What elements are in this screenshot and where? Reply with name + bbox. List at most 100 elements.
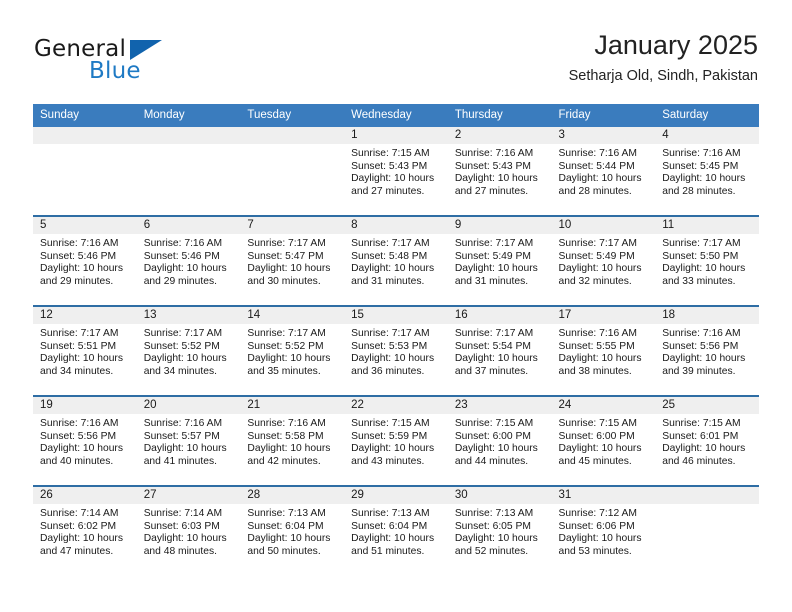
day-number: 16 xyxy=(447,307,552,324)
calendar-day-cell[interactable]: 21 Sunrise: 7:16 AM Sunset: 5:58 PM Dayligh… xyxy=(240,395,345,486)
sunset-text: Sunset: 5:47 PM xyxy=(247,250,324,262)
day-details: Sunrise: 7:16 AM Sunset: 5:58 PM Daylight:… xyxy=(240,414,344,468)
day-cell-inner: 15 Sunrise: 7:17 AM Sunset: 5:53 PM Dayligh… xyxy=(344,307,448,395)
day-details: Sunrise: 7:17 AM Sunset: 5:54 PM Daylight:… xyxy=(448,324,552,378)
daylight-text-line1: Daylight: 10 hours xyxy=(40,533,123,545)
sunrise-text: Sunrise: 7:17 AM xyxy=(454,328,534,339)
calendar-empty-cell xyxy=(655,485,759,575)
day-details: Sunrise: 7:17 AM Sunset: 5:49 PM Daylight:… xyxy=(448,234,552,288)
day-details: Sunrise: 7:16 AM Sunset: 5:46 PM Daylight:… xyxy=(137,234,241,288)
sunset-text: Sunset: 5:58 PM xyxy=(247,430,324,442)
sunset-text: Sunset: 6:04 PM xyxy=(351,520,428,532)
calendar-day-cell[interactable]: 11 Sunrise: 7:17 AM Sunset: 5:50 PM Dayligh… xyxy=(655,215,759,306)
calendar-empty-cell xyxy=(240,127,345,216)
daylight-text-line1: Daylight: 10 hours xyxy=(143,353,227,365)
sunset-text: Sunset: 6:04 PM xyxy=(247,520,324,532)
weekday-header-monday: Monday xyxy=(136,104,241,127)
daylight-text-line2: and 37 minutes. xyxy=(454,365,529,377)
calendar-day-cell[interactable]: 2 Sunrise: 7:16 AM Sunset: 5:43 PM Daylight… xyxy=(447,127,552,216)
day-details: Sunrise: 7:13 AM Sunset: 6:04 PM Daylight:… xyxy=(344,504,448,558)
calendar-day-cell[interactable]: 12 Sunrise: 7:17 AM Sunset: 5:51 PM Dayligh… xyxy=(33,305,137,396)
calendar-day-cell[interactable]: 16 Sunrise: 7:17 AM Sunset: 5:54 PM Dayligh… xyxy=(447,305,552,396)
day-cell-inner: 23 Sunrise: 7:15 AM Sunset: 6:00 PM Dayligh… xyxy=(447,397,552,485)
daylight-text-line2: and 27 minutes. xyxy=(454,185,529,197)
day-cell-inner: 8 Sunrise: 7:17 AM Sunset: 5:48 PM Daylight… xyxy=(344,217,448,305)
day-cell-inner: 20 Sunrise: 7:16 AM Sunset: 5:57 PM Dayligh… xyxy=(136,397,241,485)
day-cell-inner: 14 Sunrise: 7:17 AM Sunset: 5:52 PM Dayligh… xyxy=(240,307,345,395)
sunset-text: Sunset: 5:56 PM xyxy=(40,430,117,442)
calendar-day-cell[interactable]: 24 Sunrise: 7:15 AM Sunset: 6:00 PM Dayligh… xyxy=(551,395,656,486)
day-number: 21 xyxy=(240,397,345,414)
sunrise-text: Sunrise: 7:17 AM xyxy=(351,328,430,339)
page-subtitle: Setharja Old, Sindh, Pakistan xyxy=(568,68,758,84)
sunset-text: Sunset: 6:02 PM xyxy=(40,520,117,532)
daylight-text-line1: Daylight: 10 hours xyxy=(351,173,435,185)
calendar-day-cell[interactable]: 7 Sunrise: 7:17 AM Sunset: 5:47 PM Daylight… xyxy=(240,215,345,306)
calendar-day-cell[interactable]: 4 Sunrise: 7:16 AM Sunset: 5:45 PM Daylight… xyxy=(655,127,759,216)
calendar-day-cell[interactable]: 9 Sunrise: 7:17 AM Sunset: 5:49 PM Daylight… xyxy=(447,215,552,306)
sunrise-text: Sunrise: 7:16 AM xyxy=(40,238,119,249)
day-details: Sunrise: 7:15 AM Sunset: 6:01 PM Daylight:… xyxy=(655,414,759,468)
sunset-text: Sunset: 5:50 PM xyxy=(662,250,739,262)
calendar-day-cell[interactable]: 28 Sunrise: 7:13 AM Sunset: 6:04 PM Dayligh… xyxy=(240,485,345,575)
sunset-text: Sunset: 5:52 PM xyxy=(247,340,324,352)
sunrise-text: Sunrise: 7:16 AM xyxy=(558,148,637,159)
daylight-text-line2: and 47 minutes. xyxy=(40,545,114,557)
calendar-day-cell[interactable]: 14 Sunrise: 7:17 AM Sunset: 5:52 PM Dayligh… xyxy=(240,305,345,396)
daylight-text-line2: and 44 minutes. xyxy=(454,455,529,467)
day-cell-inner: 10 Sunrise: 7:17 AM Sunset: 5:49 PM Dayligh… xyxy=(551,217,656,305)
calendar-day-cell[interactable]: 1 Sunrise: 7:15 AM Sunset: 5:43 PM Daylight… xyxy=(344,127,448,216)
sunrise-text: Sunrise: 7:16 AM xyxy=(143,238,223,249)
sunrise-text: Sunrise: 7:17 AM xyxy=(454,238,534,249)
sunset-text: Sunset: 5:43 PM xyxy=(351,160,428,172)
sunrise-text: Sunrise: 7:12 AM xyxy=(558,508,637,519)
day-details: Sunrise: 7:17 AM Sunset: 5:49 PM Daylight:… xyxy=(552,234,656,288)
day-number: 5 xyxy=(33,217,137,234)
daylight-text-line1: Daylight: 10 hours xyxy=(351,533,435,545)
calendar-day-cell[interactable]: 19 Sunrise: 7:16 AM Sunset: 5:56 PM Dayligh… xyxy=(33,395,137,486)
day-number xyxy=(136,127,241,144)
calendar-day-cell[interactable]: 15 Sunrise: 7:17 AM Sunset: 5:53 PM Dayligh… xyxy=(344,305,448,396)
sunset-text: Sunset: 6:00 PM xyxy=(454,430,531,442)
day-number: 10 xyxy=(551,217,656,234)
calendar-day-cell[interactable]: 13 Sunrise: 7:17 AM Sunset: 5:52 PM Dayligh… xyxy=(136,305,241,396)
sunrise-text: Sunrise: 7:13 AM xyxy=(454,508,534,519)
calendar-day-cell[interactable]: 20 Sunrise: 7:16 AM Sunset: 5:57 PM Dayligh… xyxy=(136,395,241,486)
day-cell-inner: 3 Sunrise: 7:16 AM Sunset: 5:44 PM Daylight… xyxy=(551,127,656,215)
day-cell-inner: 11 Sunrise: 7:17 AM Sunset: 5:50 PM Dayligh… xyxy=(655,217,759,305)
day-details: Sunrise: 7:16 AM Sunset: 5:45 PM Daylight:… xyxy=(655,144,759,198)
calendar-week-row: 1 Sunrise: 7:15 AM Sunset: 5:43 PM Daylight… xyxy=(33,127,759,216)
day-cell-inner: 17 Sunrise: 7:16 AM Sunset: 5:55 PM Dayligh… xyxy=(551,307,656,395)
calendar-day-cell[interactable]: 10 Sunrise: 7:17 AM Sunset: 5:49 PM Dayligh… xyxy=(551,215,656,306)
day-details: Sunrise: 7:15 AM Sunset: 6:00 PM Daylight:… xyxy=(552,414,656,468)
calendar-day-cell[interactable]: 27 Sunrise: 7:14 AM Sunset: 6:03 PM Dayligh… xyxy=(136,485,241,575)
calendar-day-cell[interactable]: 22 Sunrise: 7:15 AM Sunset: 5:59 PM Dayligh… xyxy=(344,395,448,486)
calendar-day-cell[interactable]: 8 Sunrise: 7:17 AM Sunset: 5:48 PM Daylight… xyxy=(344,215,448,306)
calendar-day-cell[interactable]: 30 Sunrise: 7:13 AM Sunset: 6:05 PM Dayligh… xyxy=(447,485,552,575)
sunset-text: Sunset: 6:01 PM xyxy=(662,430,739,442)
day-details: Sunrise: 7:16 AM Sunset: 5:56 PM Daylight:… xyxy=(655,324,759,378)
day-number xyxy=(655,487,759,504)
day-details: Sunrise: 7:17 AM Sunset: 5:48 PM Daylight:… xyxy=(344,234,448,288)
calendar-day-cell[interactable]: 31 Sunrise: 7:12 AM Sunset: 6:06 PM Dayligh… xyxy=(551,485,656,575)
calendar-day-cell[interactable]: 18 Sunrise: 7:16 AM Sunset: 5:56 PM Dayligh… xyxy=(655,305,759,396)
daylight-text-line2: and 43 minutes. xyxy=(351,455,425,467)
daylight-text-line2: and 32 minutes. xyxy=(558,275,632,287)
calendar-day-cell[interactable]: 26 Sunrise: 7:14 AM Sunset: 6:02 PM Dayligh… xyxy=(33,485,137,575)
daylight-text-line1: Daylight: 10 hours xyxy=(558,533,642,545)
calendar-day-cell[interactable]: 25 Sunrise: 7:15 AM Sunset: 6:01 PM Dayligh… xyxy=(655,395,759,486)
day-number: 17 xyxy=(551,307,656,324)
daylight-text-line1: Daylight: 10 hours xyxy=(143,443,227,455)
day-cell-inner: 22 Sunrise: 7:15 AM Sunset: 5:59 PM Dayligh… xyxy=(344,397,448,485)
calendar-day-cell[interactable]: 5 Sunrise: 7:16 AM Sunset: 5:46 PM Daylight… xyxy=(33,215,137,306)
day-number: 18 xyxy=(655,307,759,324)
calendar-day-cell[interactable]: 17 Sunrise: 7:16 AM Sunset: 5:55 PM Dayligh… xyxy=(551,305,656,396)
calendar-day-cell[interactable]: 23 Sunrise: 7:15 AM Sunset: 6:00 PM Dayligh… xyxy=(447,395,552,486)
calendar-day-cell[interactable]: 3 Sunrise: 7:16 AM Sunset: 5:44 PM Daylight… xyxy=(551,127,656,216)
calendar-day-cell[interactable]: 6 Sunrise: 7:16 AM Sunset: 5:46 PM Daylight… xyxy=(136,215,241,306)
day-number: 19 xyxy=(33,397,137,414)
sunrise-text: Sunrise: 7:17 AM xyxy=(351,238,430,249)
day-cell-inner: 4 Sunrise: 7:16 AM Sunset: 5:45 PM Daylight… xyxy=(655,127,759,215)
daylight-text-line1: Daylight: 10 hours xyxy=(247,443,331,455)
calendar-day-cell[interactable]: 29 Sunrise: 7:13 AM Sunset: 6:04 PM Dayligh… xyxy=(344,485,448,575)
